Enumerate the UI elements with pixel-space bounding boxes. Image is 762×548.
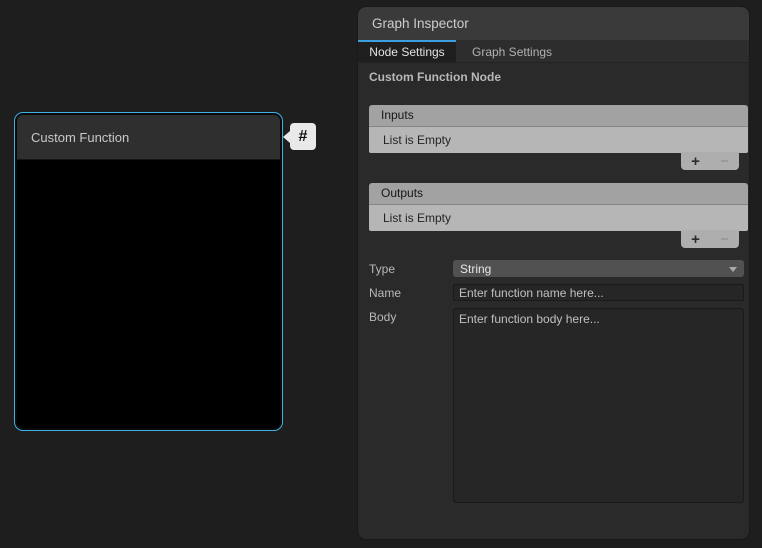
outputs-empty-row: List is Empty [369, 205, 748, 231]
inputs-empty-row: List is Empty [369, 127, 748, 153]
tab-graph-settings[interactable]: Graph Settings [456, 40, 568, 62]
outputs-remove-button[interactable]: − [716, 232, 733, 247]
panel-header[interactable]: Graph Inspector [358, 7, 749, 40]
graph-canvas[interactable]: Custom Function # Graph Inspector Node S… [0, 0, 762, 548]
body-textarea[interactable] [453, 308, 744, 503]
node-title-bar[interactable]: Custom Function [17, 115, 280, 160]
outputs-add-button[interactable]: + [687, 232, 704, 247]
outputs-list-buttons: + − [681, 230, 739, 248]
graph-inspector-panel: Graph Inspector Node Settings Graph Sett… [357, 6, 750, 540]
chevron-down-icon [729, 267, 737, 272]
tab-node-settings-label: Node Settings [369, 45, 444, 59]
node-preview-body [17, 160, 280, 428]
type-row: Type String [369, 260, 744, 277]
tab-graph-settings-label: Graph Settings [472, 45, 552, 59]
custom-function-node[interactable]: Custom Function [14, 112, 283, 431]
outputs-list: Outputs List is Empty + − [369, 183, 748, 249]
type-label: Type [369, 260, 453, 277]
type-dropdown[interactable]: String [453, 260, 744, 277]
outputs-list-footer: + − [369, 231, 748, 249]
name-label: Name [369, 284, 453, 301]
inputs-list-footer: + − [369, 153, 748, 171]
outputs-list-header: Outputs [369, 183, 748, 205]
name-row: Name [369, 284, 744, 301]
type-dropdown-value: String [460, 262, 491, 276]
section-heading: Custom Function Node [369, 70, 501, 84]
inputs-list: Inputs List is Empty + − [369, 105, 748, 171]
tab-strip: Node Settings Graph Settings [358, 40, 749, 63]
inputs-remove-button[interactable]: − [716, 154, 733, 169]
hash-badge[interactable]: # [290, 123, 316, 150]
name-input[interactable] [453, 284, 744, 301]
tab-node-settings[interactable]: Node Settings [358, 40, 456, 62]
body-label: Body [369, 308, 453, 503]
body-row: Body [369, 308, 744, 503]
hash-icon: # [299, 128, 308, 146]
inputs-list-buttons: + − [681, 152, 739, 170]
node-title: Custom Function [31, 130, 129, 145]
panel-title: Graph Inspector [372, 16, 469, 31]
inputs-add-button[interactable]: + [687, 154, 704, 169]
inputs-list-header: Inputs [369, 105, 748, 127]
